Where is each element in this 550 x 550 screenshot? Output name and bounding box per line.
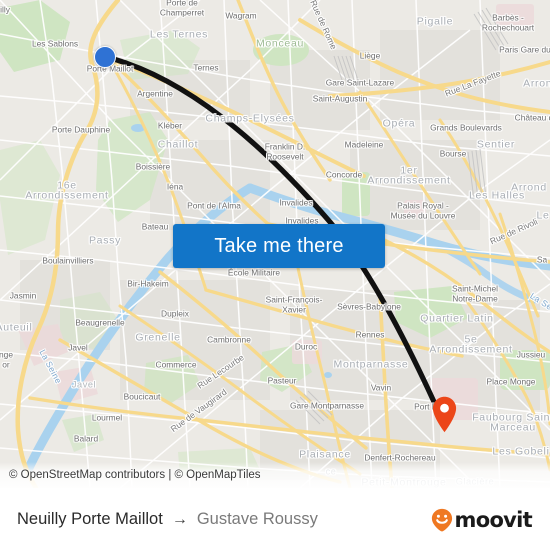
take-me-there-button[interactable]: Take me there bbox=[173, 224, 385, 268]
route-arrow-icon: → bbox=[171, 510, 188, 528]
route-origin-label: Neuilly Porte Maillot bbox=[17, 510, 163, 528]
footer-bar: Neuilly Porte Maillot → Gustave Roussy m… bbox=[0, 488, 550, 550]
origin-marker[interactable] bbox=[94, 46, 116, 68]
moovit-trip-map-screen: Les Sablons Porte de Champerret Wagram Les … bbox=[0, 0, 550, 550]
moovit-pin-icon bbox=[431, 508, 452, 531]
destination-pin-icon bbox=[432, 396, 457, 433]
moovit-logo[interactable]: moovit bbox=[431, 507, 533, 532]
route-summary: Neuilly Porte Maillot → Gustave Roussy bbox=[17, 510, 318, 529]
route-destination-label: Gustave Roussy bbox=[196, 510, 318, 528]
map-canvas[interactable]: Les Sablons Porte de Champerret Wagram Les … bbox=[0, 0, 550, 488]
moovit-wordmark: moovit bbox=[454, 507, 533, 532]
destination-marker[interactable] bbox=[432, 396, 457, 433]
